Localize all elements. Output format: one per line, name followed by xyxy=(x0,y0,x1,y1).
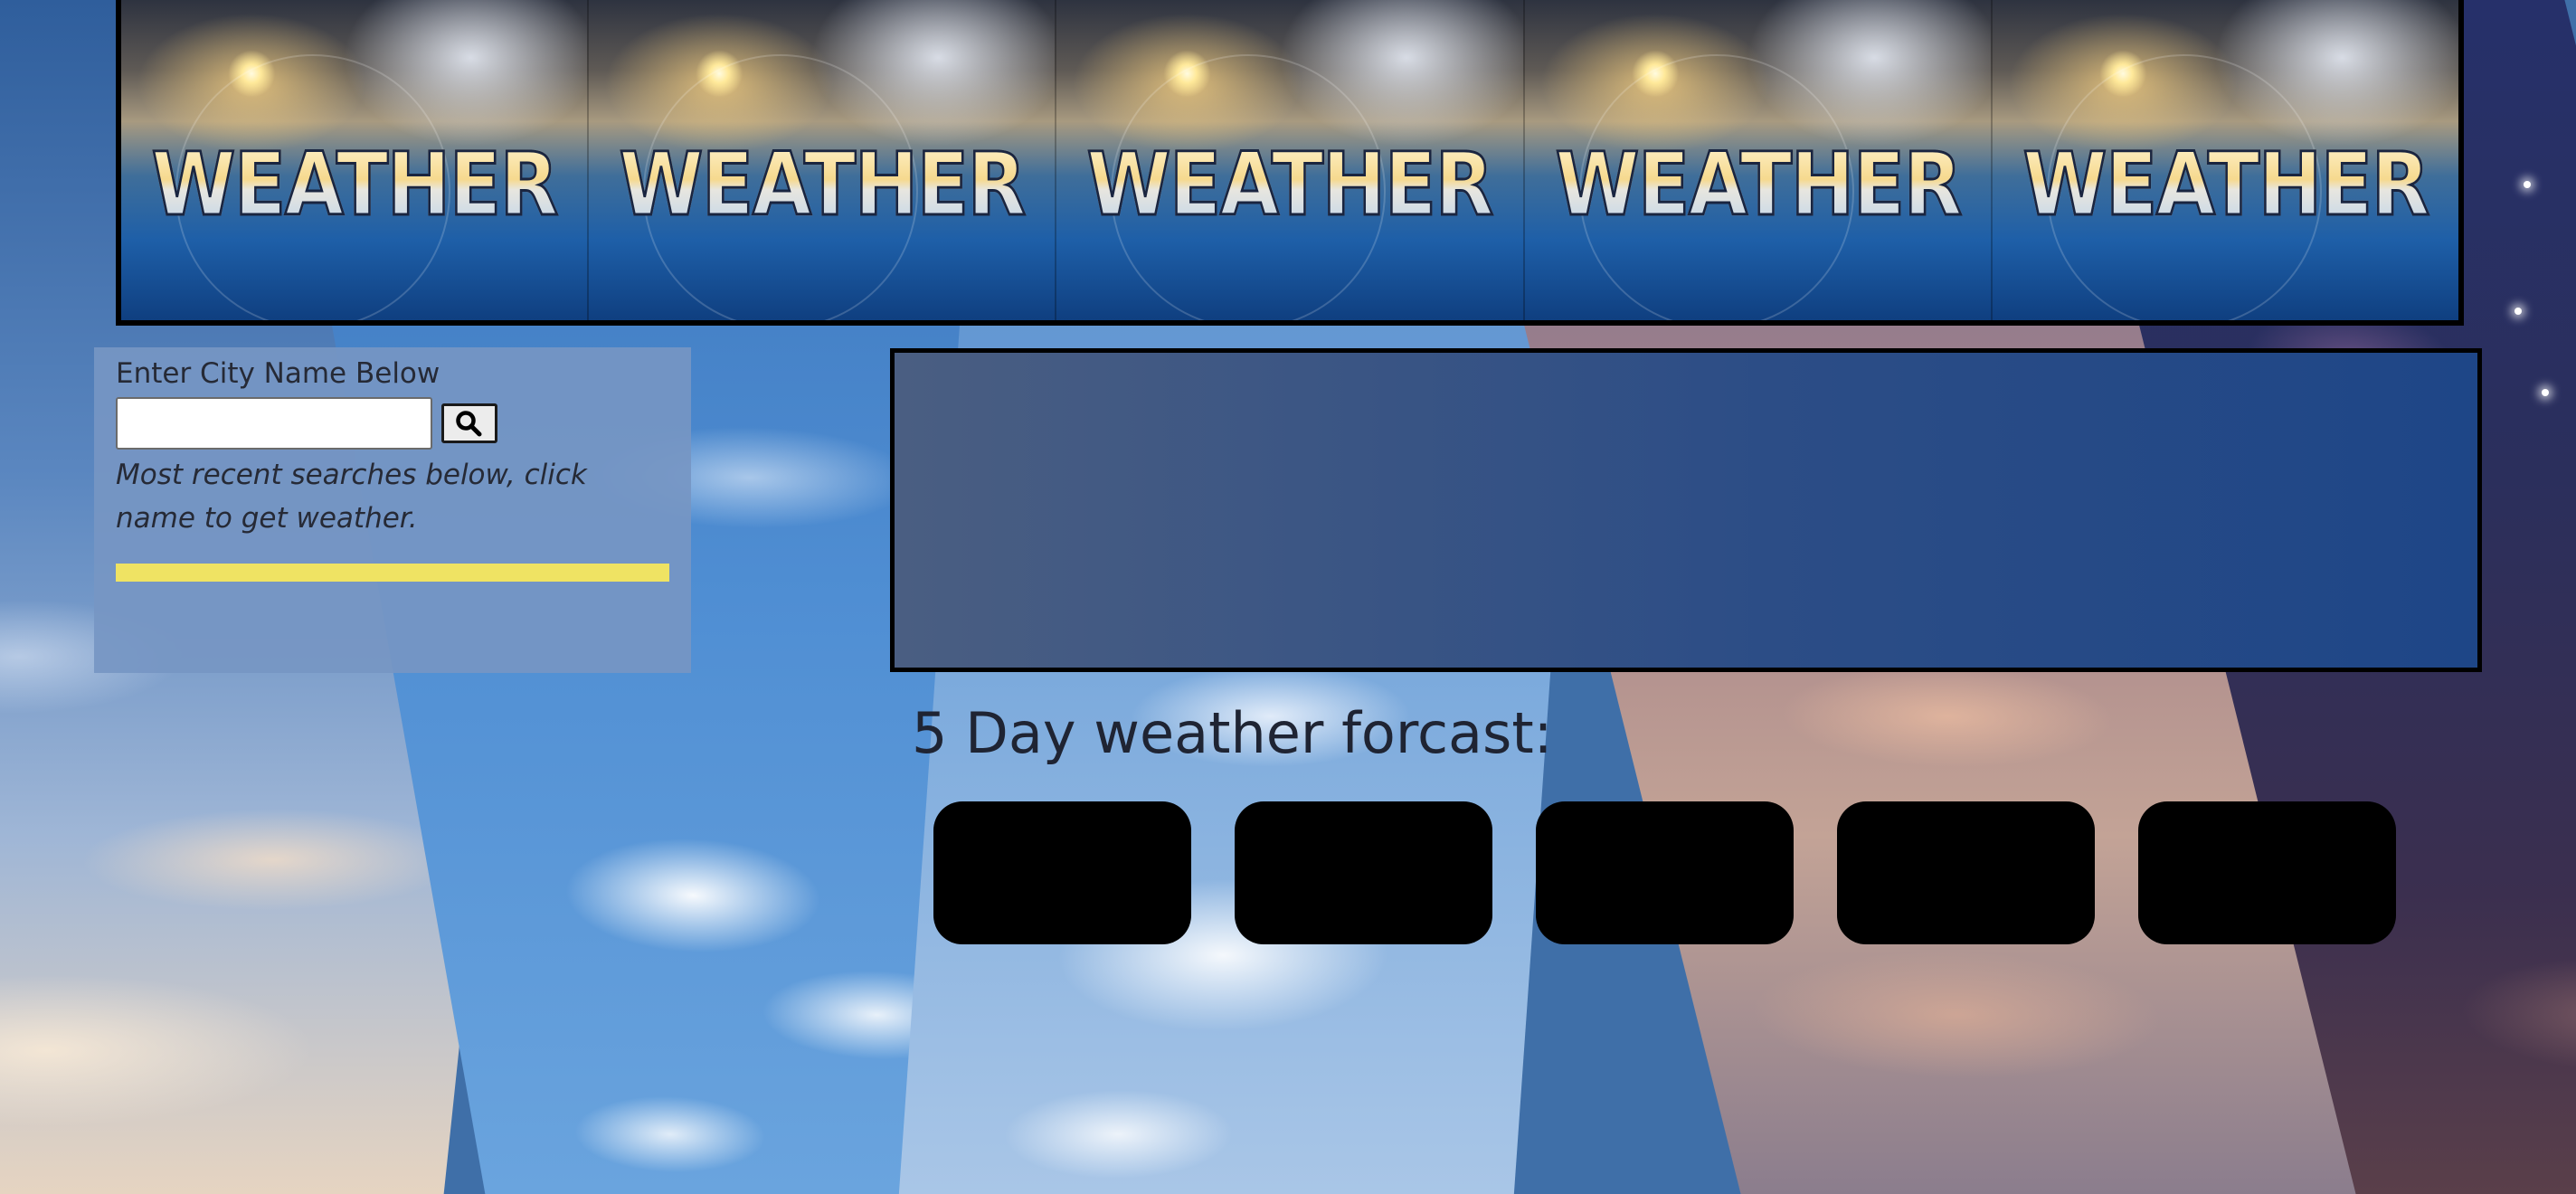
header-banner: WEATHER WEATHER WEATHER WEATHER WEATHER xyxy=(116,0,2464,326)
weather-logo-text: WEATHER xyxy=(2021,133,2431,237)
forecast-card-day-4 xyxy=(1837,801,2095,944)
recent-searches-list[interactable] xyxy=(116,563,669,582)
weather-logo-text: WEATHER xyxy=(149,133,560,237)
weather-logo: WEATHER xyxy=(1992,0,2458,320)
weather-logo: WEATHER xyxy=(121,0,590,320)
search-prompt: Enter City Name Below xyxy=(116,357,440,390)
city-search-input[interactable] xyxy=(116,396,432,450)
recent-searches-hint: Most recent searches below, click name t… xyxy=(116,458,587,535)
weather-logo-text: WEATHER xyxy=(1553,133,1964,237)
forecast-card-day-3 xyxy=(1536,801,1794,944)
forecast-cards xyxy=(933,801,2396,944)
weather-logo: WEATHER xyxy=(1524,0,1993,320)
search-panel: Enter City Name Below Most recent search… xyxy=(94,347,691,673)
star-decoration xyxy=(2514,308,2522,315)
weather-logo: WEATHER xyxy=(589,0,1057,320)
star-decoration xyxy=(2542,389,2549,396)
search-row xyxy=(116,396,669,450)
current-weather-display xyxy=(890,348,2482,672)
weather-logo-text: WEATHER xyxy=(617,133,1028,237)
search-icon xyxy=(456,411,482,437)
search-button[interactable] xyxy=(441,403,497,443)
weather-logo: WEATHER xyxy=(1056,0,1525,320)
forecast-card-day-2 xyxy=(1235,801,1492,944)
star-decoration xyxy=(2524,181,2531,188)
forecast-heading: 5 Day weather forcast: xyxy=(912,700,1553,766)
forecast-card-day-1 xyxy=(933,801,1191,944)
weather-logo-text: WEATHER xyxy=(1084,133,1495,237)
forecast-card-day-5 xyxy=(2138,801,2396,944)
